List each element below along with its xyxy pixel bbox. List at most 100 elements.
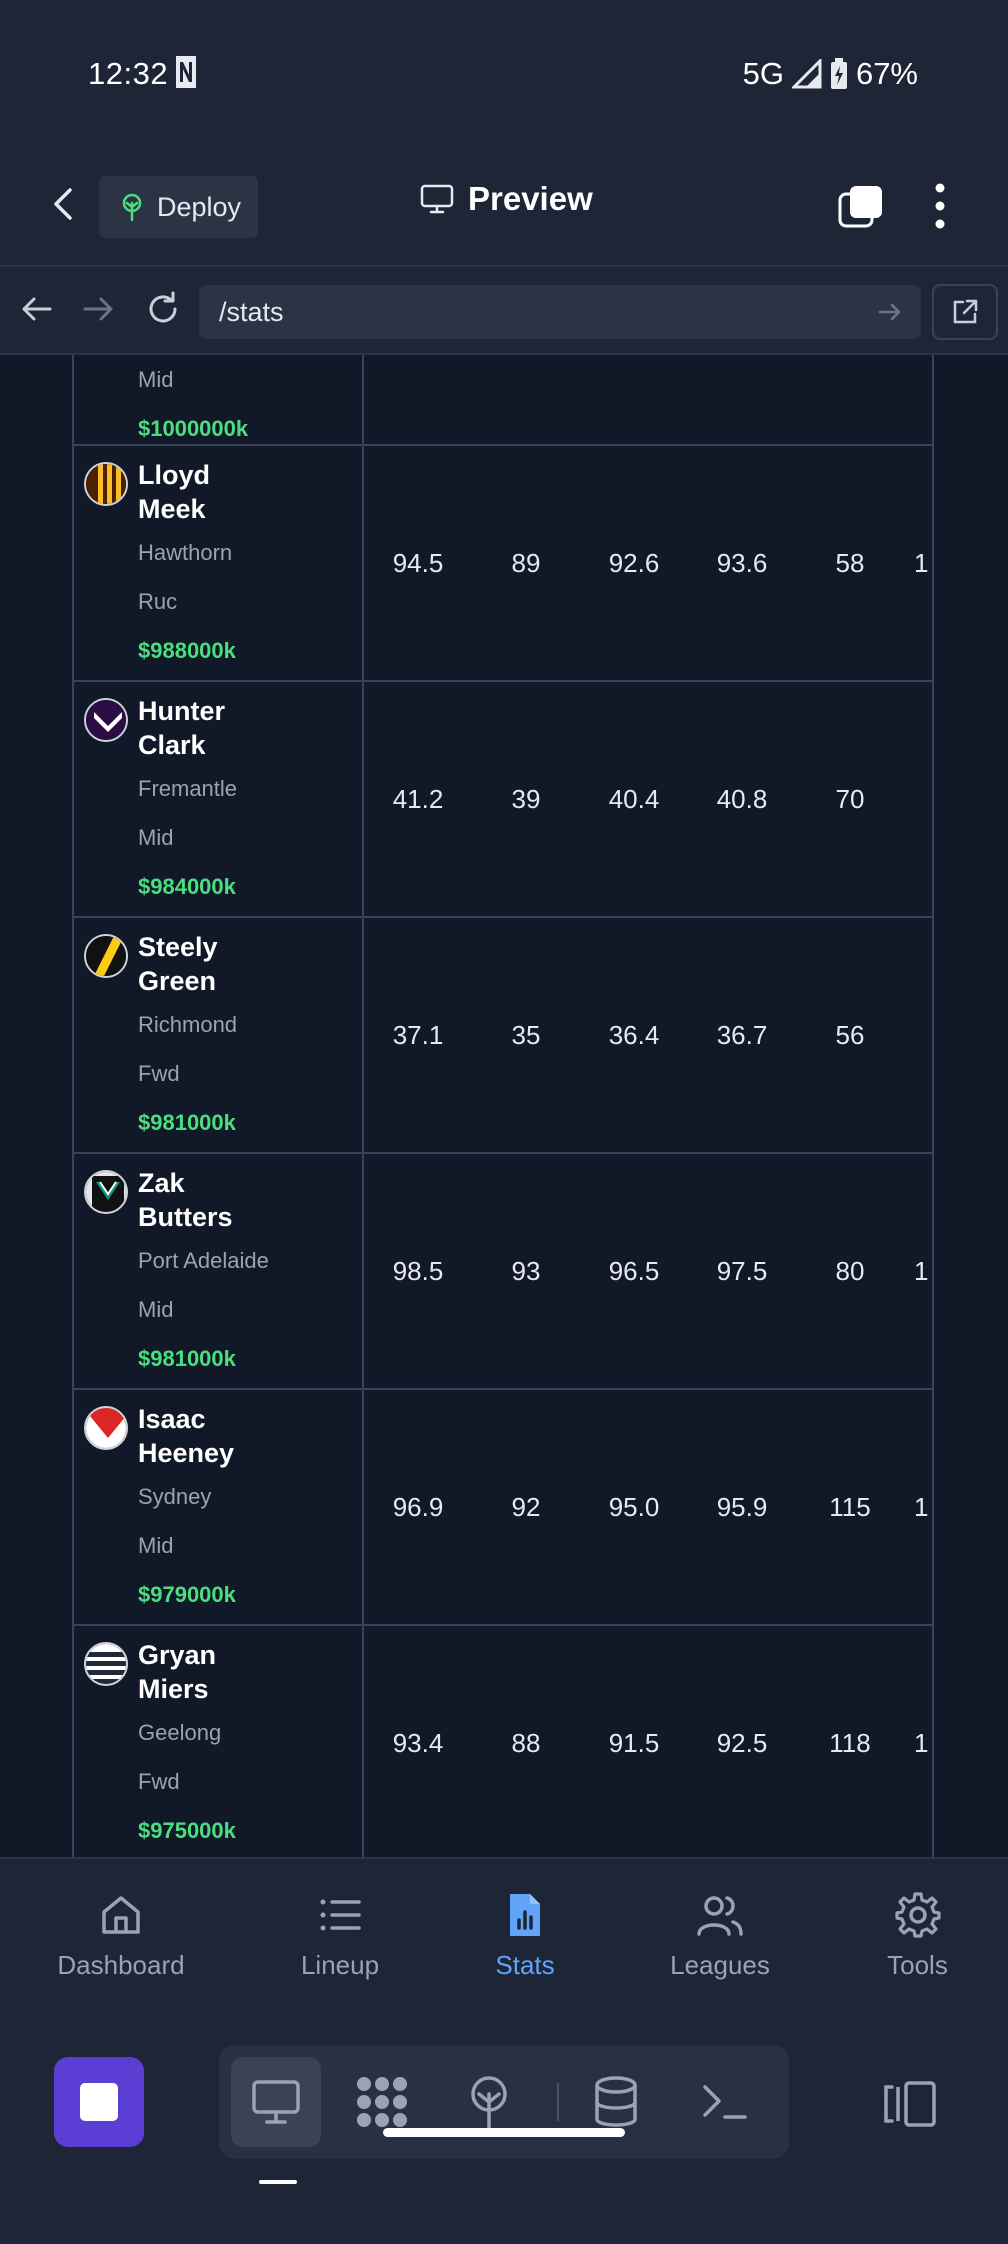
back-chevron-icon[interactable] xyxy=(44,184,84,224)
deploy-label: Deploy xyxy=(157,191,242,222)
table-row[interactable]: Gryan Miers Geelong Fwd $975000k 93.4 88 … xyxy=(74,1626,932,1857)
stat-col6 xyxy=(904,918,934,1152)
preview-tool-button[interactable] xyxy=(231,2057,321,2147)
stats-table: Mid $1000000k Lloyd Meek Hawthorn Ruc $98… xyxy=(72,355,934,1857)
guernsey-icon-fremantle xyxy=(84,698,128,742)
player-name[interactable]: Zak Butters xyxy=(138,1166,278,1234)
stat-col3: 36.4 xyxy=(608,1019,660,1050)
puzzle-icon xyxy=(357,2077,407,2127)
browser-bar: /stats xyxy=(0,265,1008,355)
stat-col3: 95.0 xyxy=(608,1491,660,1522)
stat-col5: 118 xyxy=(829,1727,871,1758)
player-name[interactable]: Isaac Heeney xyxy=(138,1402,278,1470)
stat-avg: 37.1 xyxy=(392,1019,444,1050)
stat-col5: 70 xyxy=(835,783,865,814)
stats-file-icon xyxy=(510,1893,540,1936)
notification-n-icon xyxy=(176,56,196,88)
stats-page: Mid $1000000k Lloyd Meek Hawthorn Ruc $98… xyxy=(0,355,1008,1857)
stat-col4: 92.5 xyxy=(716,1727,768,1758)
tab-label: Stats xyxy=(495,1949,555,1980)
player-cell: Zak Butters Port Adelaide Mid $981000k xyxy=(74,1154,364,1388)
database-icon xyxy=(595,2076,637,2127)
status-right: 5G 67% xyxy=(743,56,918,92)
player-team: Fremantle xyxy=(138,776,238,801)
list-icon xyxy=(320,1899,361,1930)
preview-label: Preview xyxy=(468,180,593,217)
player-position: Ruc xyxy=(138,589,178,614)
player-cell: Hunter Clark Fremantle Mid $984000k xyxy=(74,682,364,916)
battery-percent: 67% xyxy=(855,56,918,91)
table-row[interactable]: Isaac Heeney Sydney Mid $979000k 96.9 92 … xyxy=(74,1390,932,1626)
player-cell: Isaac Heeney Sydney Mid $979000k xyxy=(74,1390,364,1624)
tab-stats[interactable]: Stats xyxy=(470,1859,580,2011)
player-team: Richmond xyxy=(138,1012,238,1037)
table-row[interactable]: Hunter Clark Fremantle Mid $984000k 41.2 … xyxy=(74,682,932,918)
player-position: Fwd xyxy=(138,1061,180,1086)
stat-col5: 56 xyxy=(835,1019,865,1050)
tab-lineup[interactable]: Lineup xyxy=(280,1859,400,2011)
terminal-tool-button[interactable] xyxy=(679,2057,769,2147)
url-text: /stats xyxy=(219,296,284,327)
deploy-button[interactable]: Deploy xyxy=(99,176,258,238)
deploy-icon xyxy=(122,193,142,221)
tab-dashboard[interactable]: Dashboard xyxy=(40,1859,202,2011)
panel-icon[interactable] xyxy=(878,2079,940,2129)
table-row[interactable]: Lloyd Meek Hawthorn Ruc $988000k 94.5 89 … xyxy=(74,446,932,682)
player-name[interactable]: Gryan Miers xyxy=(138,1638,278,1706)
users-icon xyxy=(697,1895,743,1936)
stat-col5: 115 xyxy=(829,1491,871,1522)
stat-avg: 96.9 xyxy=(392,1491,444,1522)
player-position: Mid xyxy=(138,1297,174,1322)
url-input[interactable]: /stats xyxy=(199,285,921,339)
tab-tools[interactable]: Tools xyxy=(870,1859,965,2011)
stat-col3: 92.6 xyxy=(608,547,660,578)
tool-group xyxy=(219,2045,789,2159)
stat-avg: 41.2 xyxy=(392,783,444,814)
player-price: $984000k xyxy=(138,874,236,899)
stat-score: 92 xyxy=(511,1491,541,1522)
go-arrow-icon[interactable] xyxy=(875,297,905,327)
active-tool-indicator xyxy=(259,2180,297,2184)
stat-score: 39 xyxy=(511,783,541,814)
battery-charging-icon xyxy=(830,58,847,89)
player-name[interactable]: Lloyd Meek xyxy=(138,458,278,526)
monitor-icon xyxy=(420,184,454,214)
guernsey-icon-port-adelaide xyxy=(84,1170,128,1214)
browser-forward-icon[interactable] xyxy=(79,289,119,329)
player-cell: Steely Green Richmond Fwd $981000k xyxy=(74,918,364,1152)
table-row[interactable]: Mid $1000000k xyxy=(74,355,932,446)
guernsey-icon-geelong xyxy=(84,1642,128,1686)
monitor-icon xyxy=(252,2080,300,2124)
browser-back-icon[interactable] xyxy=(16,289,56,329)
table-row[interactable]: Zak Butters Port Adelaide Mid $981000k 98… xyxy=(74,1154,932,1390)
guernsey-icon-richmond xyxy=(84,934,128,978)
tab-leagues[interactable]: Leagues xyxy=(660,1859,780,2011)
home-indicator[interactable] xyxy=(383,2128,625,2137)
player-team: Geelong xyxy=(138,1720,222,1745)
open-external-button[interactable] xyxy=(932,284,998,340)
more-menu-icon[interactable] xyxy=(924,180,956,232)
player-name[interactable]: Hunter Clark xyxy=(138,694,278,762)
table-row[interactable]: Steely Green Richmond Fwd $981000k 37.1 3… xyxy=(74,918,932,1154)
stat-col6: 1 xyxy=(914,1491,929,1522)
terminal-icon xyxy=(703,2085,747,2119)
guernsey-icon-hawthorn xyxy=(84,462,128,506)
system-toolbar xyxy=(0,2009,1008,2244)
stat-score: 35 xyxy=(511,1019,541,1050)
reload-icon[interactable] xyxy=(143,289,183,329)
network-label: 5G xyxy=(742,56,784,91)
stop-button[interactable] xyxy=(54,2057,144,2147)
player-cell: Gryan Miers Geelong Fwd $975000k xyxy=(74,1626,364,1857)
player-team: Port Adelaide xyxy=(138,1248,269,1273)
stat-col6: 1 xyxy=(914,1255,929,1286)
player-price: $981000k xyxy=(138,1346,236,1371)
status-time: 12:32 xyxy=(88,56,169,91)
tab-label: Tools xyxy=(887,1949,948,1980)
player-team: Hawthorn xyxy=(138,540,233,565)
stat-score: 89 xyxy=(511,547,541,578)
player-name[interactable]: Steely Green xyxy=(138,930,278,998)
player-position: Mid xyxy=(138,367,174,392)
guernsey-icon-sydney xyxy=(84,1406,128,1450)
external-link-icon xyxy=(953,299,978,324)
tabs-icon[interactable] xyxy=(838,184,884,230)
